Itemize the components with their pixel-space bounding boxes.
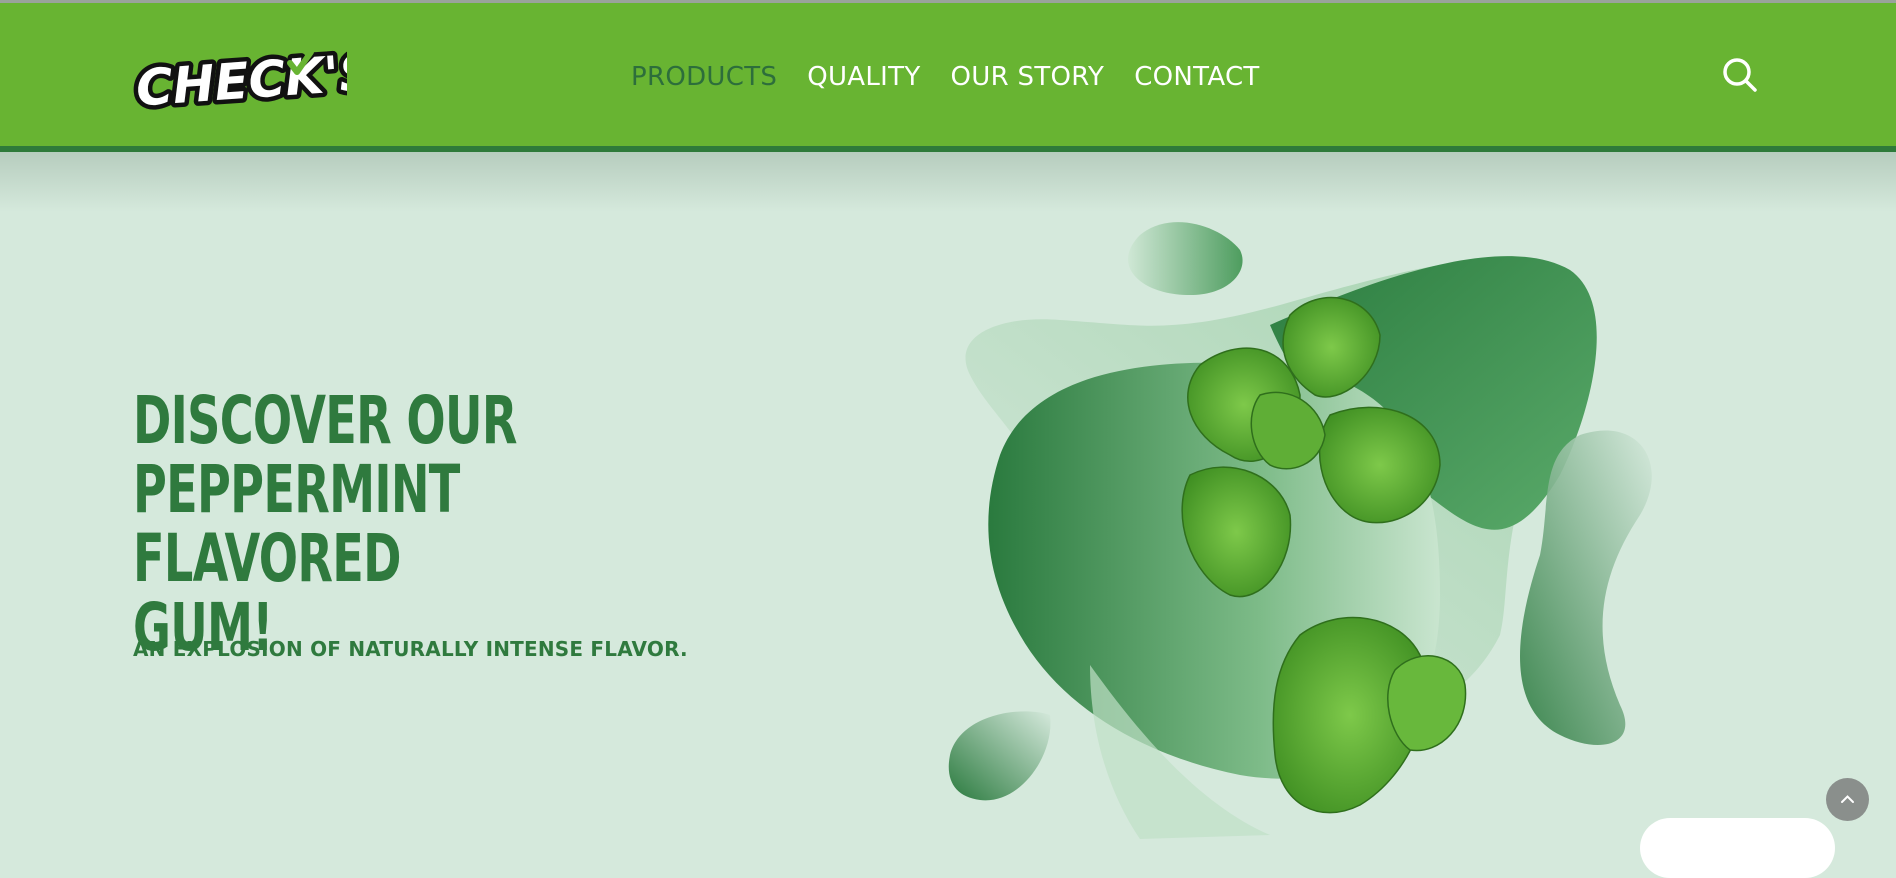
header-shadow bbox=[0, 152, 1896, 212]
search-icon bbox=[1723, 58, 1757, 92]
hero-subtitle: AN EXPLOSION OF NATURALLY INTENSE FLAVOR… bbox=[133, 637, 688, 661]
main-nav: PRODUCTS QUALITY OUR STORY CONTACT bbox=[631, 59, 1290, 99]
svg-text:CHECK'S: CHECK'S bbox=[134, 43, 347, 111]
hero-mint-illustration bbox=[948, 222, 1652, 839]
nav-item-products[interactable]: PRODUCTS bbox=[631, 59, 777, 99]
hero-title: DISCOVER OUR PEPPERMINT FLAVORED GUM! bbox=[133, 386, 553, 662]
logo[interactable]: CHECK'S CHECK'S bbox=[130, 39, 382, 123]
hero-title-line-1: DISCOVER OUR bbox=[133, 382, 517, 459]
chevron-up-icon bbox=[1841, 795, 1854, 803]
checks-logo-icon: CHECK'S CHECK'S bbox=[130, 39, 382, 123]
hero-title-line-2: PEPPERMINT bbox=[133, 451, 460, 528]
nav-item-quality[interactable]: QUALITY bbox=[807, 59, 920, 99]
search-button[interactable] bbox=[1722, 57, 1758, 93]
nav-item-our-story[interactable]: OUR STORY bbox=[951, 59, 1105, 99]
scroll-to-top-button[interactable] bbox=[1826, 778, 1869, 821]
site-header: CHECK'S CHECK'S PRODUCTS QUALITY OUR STO… bbox=[0, 3, 1896, 146]
nav-item-contact[interactable]: CONTACT bbox=[1134, 59, 1259, 99]
floating-widget[interactable] bbox=[1640, 818, 1835, 878]
